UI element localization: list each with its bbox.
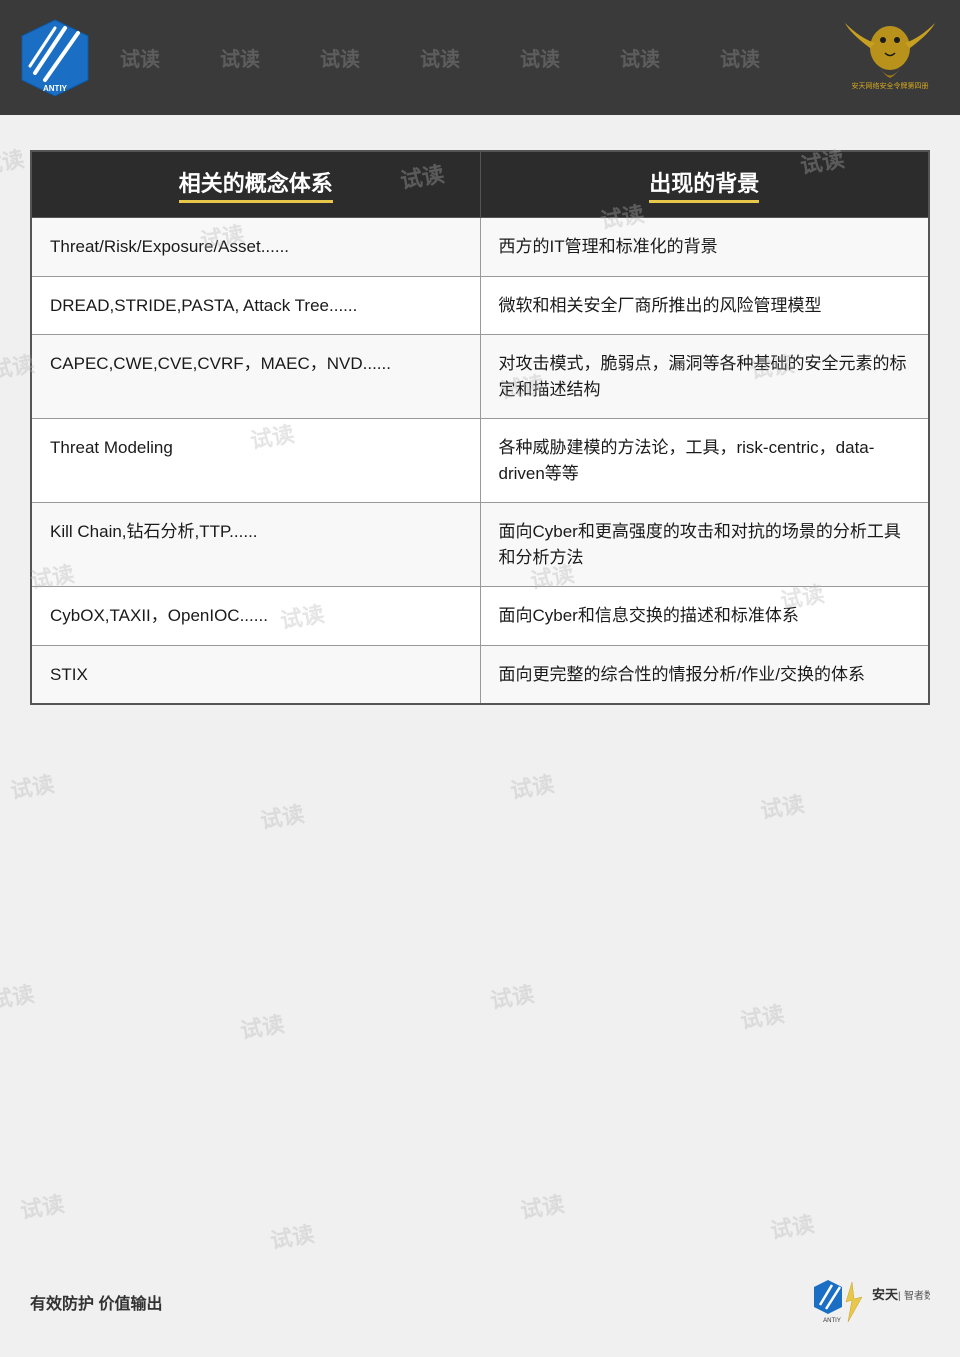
wm-25: 试读 <box>768 1206 817 1245</box>
footer-tagline: 有效防护 价值输出 <box>30 1290 162 1314</box>
table-cell-col1-2: CAPEC,CWE,CVE,CVRF，MAEC，NVD...... <box>31 335 480 419</box>
concept-table: 相关的概念体系 出现的背景 Threat/Risk/Exposure/Asset… <box>30 150 930 705</box>
wm-24: 试读 <box>518 1186 567 1225</box>
table-cell-col1-3: Threat Modeling <box>31 419 480 503</box>
table-cell-col2-3: 各种威胁建模的方法论，工具，risk-centric，data-driven等等 <box>480 419 929 503</box>
table-cell-col2-2: 对攻击模式，脆弱点，漏洞等各种基础的安全元素的标定和描述结构 <box>480 335 929 419</box>
wm-15: 试读 <box>258 796 307 835</box>
main-content: 相关的概念体系 出现的背景 Threat/Risk/Exposure/Asset… <box>0 115 960 740</box>
table-row: Kill Chain,钻石分析,TTP......面向Cyber和更高强度的攻击… <box>31 503 929 587</box>
table-row: STIX面向更完整的综合性的情报分析/作业/交换的体系 <box>31 645 929 704</box>
table-cell-col2-6: 面向更完整的综合性的情报分析/作业/交换的体系 <box>480 645 929 704</box>
wm-23: 试读 <box>268 1216 317 1255</box>
badge-logo: 安天网络安全令牌第四册 <box>840 18 940 93</box>
table-cell-col1-4: Kill Chain,钻石分析,TTP...... <box>31 503 480 587</box>
header-watermarks: 试读 试读 试读 试读 试读 试读 试读 <box>0 0 960 115</box>
table-row: CybOX,TAXII，OpenIOC......面向Cyber和信息交换的描述… <box>31 587 929 646</box>
table-cell-col1-1: DREAD,STRIDE,PASTA, Attack Tree...... <box>31 276 480 335</box>
header-badge: 安天网络安全令牌第四册 <box>840 18 940 98</box>
footer-logo-svg: ANTIY 安天 | 智者数天下 <box>810 1277 930 1327</box>
svg-text:安天: 安天 <box>872 1287 899 1302</box>
header-wm-2: 试读 <box>220 43 260 72</box>
page-footer: 有效防护 价值输出 ANTIY 安天 | 智者数天下 <box>30 1277 930 1327</box>
header-wm-7: 试读 <box>720 43 760 72</box>
wm-17: 试读 <box>758 786 807 825</box>
table-cell-col2-1: 微软和相关安全厂商所推出的风险管理模型 <box>480 276 929 335</box>
table-cell-col1-5: CybOX,TAXII，OpenIOC...... <box>31 587 480 646</box>
table-cell-col2-0: 西方的IT管理和标准化的背景 <box>480 218 929 277</box>
table-header-row: 相关的概念体系 出现的背景 <box>31 151 929 218</box>
table-cell-col1-0: Threat/Risk/Exposure/Asset...... <box>31 218 480 277</box>
wm-18: 试读 <box>0 976 36 1015</box>
table-cell-col2-5: 面向Cyber和信息交换的描述和标准体系 <box>480 587 929 646</box>
wm-22: 试读 <box>18 1186 67 1225</box>
svg-text:|: | <box>898 1291 901 1302</box>
svg-text:智者数天下: 智者数天下 <box>904 1289 930 1302</box>
wm-20: 试读 <box>488 976 537 1015</box>
wm-14: 试读 <box>8 766 57 805</box>
table-row: Threat Modeling各种威胁建模的方法论，工具，risk-centri… <box>31 419 929 503</box>
wm-19: 试读 <box>238 1006 287 1045</box>
header-wm-4: 试读 <box>420 43 460 72</box>
header-wm-3: 试读 <box>320 43 360 72</box>
col1-header: 相关的概念体系 <box>31 151 480 218</box>
table-cell-col2-4: 面向Cyber和更高强度的攻击和对抗的场景的分析工具和分析方法 <box>480 503 929 587</box>
wm-21: 试读 <box>738 996 787 1035</box>
svg-text:ANTIY: ANTIY <box>823 1318 841 1324</box>
table-row: CAPEC,CWE,CVE,CVRF，MAEC，NVD......对攻击模式，脆… <box>31 335 929 419</box>
col2-header: 出现的背景 <box>480 151 929 218</box>
header-wm-6: 试读 <box>620 43 660 72</box>
header-wm-5: 试读 <box>520 43 560 72</box>
page-header: ANTIY 试读 试读 试读 试读 试读 试读 试读 安天网络安全令牌第四册 <box>0 0 960 115</box>
table-cell-col1-6: STIX <box>31 645 480 704</box>
wm-16: 试读 <box>508 766 557 805</box>
footer-logo: ANTIY 安天 | 智者数天下 <box>810 1277 930 1327</box>
table-row: Threat/Risk/Exposure/Asset......西方的IT管理和… <box>31 218 929 277</box>
header-wm-1: 试读 <box>120 43 160 72</box>
svg-text:安天网络安全令牌第四册: 安天网络安全令牌第四册 <box>852 81 929 90</box>
table-row: DREAD,STRIDE,PASTA, Attack Tree......微软和… <box>31 276 929 335</box>
